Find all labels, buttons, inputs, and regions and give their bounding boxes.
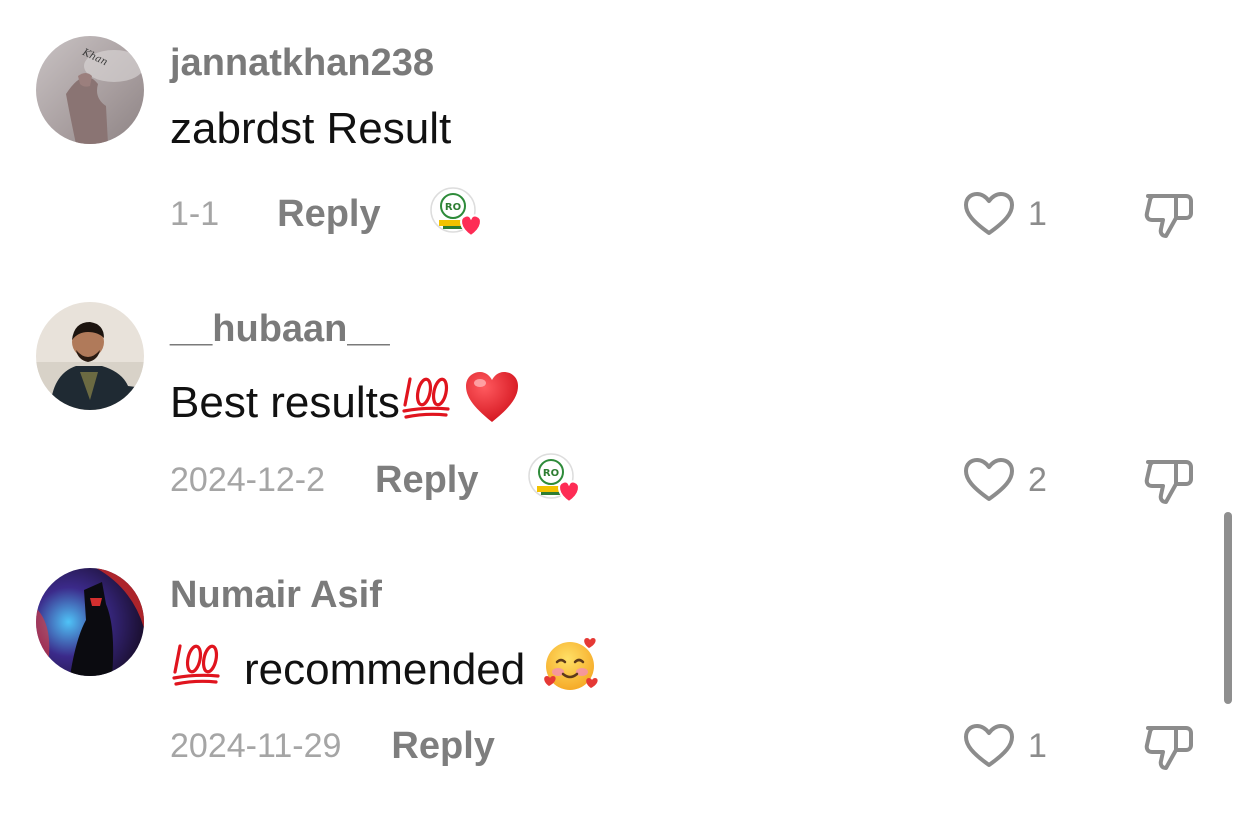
avatar[interactable] — [36, 302, 144, 410]
like-button[interactable]: 1 — [962, 718, 1047, 774]
comment-text-content: Best results — [170, 377, 400, 427]
comment-date: 1-1 — [170, 194, 220, 233]
smiling-face-with-hearts-icon — [541, 636, 599, 703]
comment-item: __hubaan__ Best results 2024-12-2 Reply … — [0, 302, 1242, 568]
like-button[interactable]: 2 — [962, 452, 1047, 508]
dislike-button[interactable] — [1142, 720, 1196, 774]
reply-button[interactable]: Reply — [375, 459, 478, 502]
comment-date: 2024-12-2 — [170, 460, 326, 499]
heart-outline-icon — [964, 192, 1014, 235]
dislike-button[interactable] — [1142, 454, 1196, 508]
creator-liked-badge: RO — [429, 186, 485, 242]
comment-item: Numair Asif recommended 2024-11-29 Reply… — [0, 568, 1242, 834]
thumbs-down-icon — [1144, 194, 1193, 238]
scrollbar[interactable] — [1224, 512, 1232, 704]
username[interactable]: __hubaan__ — [170, 308, 390, 351]
heart-icon — [557, 480, 580, 504]
comment-item: Khan jannatkhan238 zabrdst Result 1-1 Re… — [0, 36, 1242, 302]
reply-button[interactable]: Reply — [391, 725, 494, 768]
heart-outline-icon — [964, 724, 1014, 767]
hundred-points-icon — [400, 371, 454, 434]
comment-text-content: recommended — [244, 644, 526, 694]
comment-meta: 2024-12-2 Reply RO — [170, 452, 583, 508]
creator-badge-label: RO — [542, 468, 558, 479]
avatar[interactable] — [36, 568, 144, 676]
comment-text: Best results — [170, 370, 520, 435]
like-count: 1 — [1028, 726, 1047, 765]
heart-outline-icon — [964, 458, 1014, 501]
creator-badge-label: RO — [445, 202, 461, 213]
reply-button[interactable]: Reply — [277, 193, 380, 236]
comment-text: recommended — [170, 636, 599, 703]
username[interactable]: Numair Asif — [170, 574, 382, 617]
heart-icon — [459, 214, 482, 238]
like-button[interactable]: 1 — [962, 186, 1047, 242]
hundred-points-icon — [170, 638, 224, 701]
dislike-button[interactable] — [1142, 188, 1196, 242]
comment-text: zabrdst Result — [170, 104, 451, 154]
like-count: 2 — [1028, 460, 1047, 499]
comment-text-content: zabrdst Result — [170, 104, 452, 153]
thumbs-down-icon — [1144, 726, 1193, 770]
comment-meta: 2024-11-29 Reply — [170, 718, 495, 774]
like-count: 1 — [1028, 194, 1047, 233]
creator-liked-badge: RO — [527, 452, 583, 508]
username[interactable]: jannatkhan238 — [170, 42, 434, 85]
comment-date: 2024-11-29 — [170, 726, 342, 765]
red-heart-icon — [464, 370, 520, 435]
avatar[interactable]: Khan — [36, 36, 144, 144]
comment-meta: 1-1 Reply RO — [170, 186, 485, 242]
thumbs-down-icon — [1144, 460, 1193, 504]
